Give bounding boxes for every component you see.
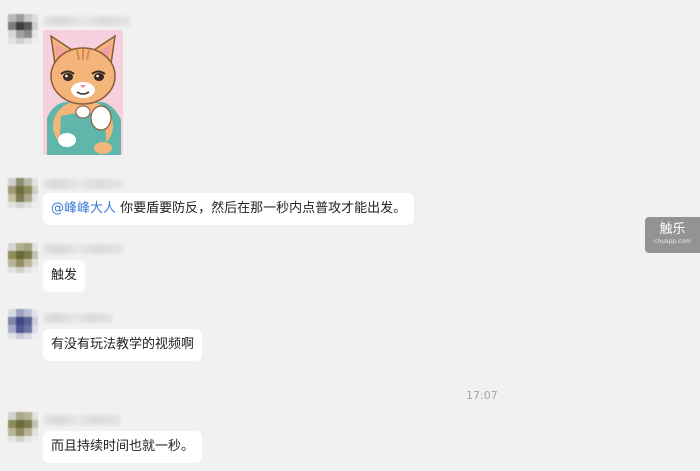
- watermark-main: 触乐: [659, 222, 686, 237]
- message-text: 触发: [51, 268, 78, 283]
- avatar[interactable]: [8, 243, 38, 273]
- avatar[interactable]: [8, 178, 38, 208]
- sender-name: [43, 313, 113, 323]
- mention-link[interactable]: @峰峰大人: [51, 201, 116, 216]
- avatar[interactable]: [8, 14, 38, 44]
- message-bubble[interactable]: 有没有玩法教学的视频啊: [43, 329, 203, 361]
- message-bubble[interactable]: 触发: [43, 260, 86, 292]
- message-bubble[interactable]: @峰峰大人 你要盾要防反，然后在那一秒内点普攻才能出发。: [43, 193, 415, 225]
- timestamp: 17:07: [466, 389, 498, 402]
- cat-sticker-image[interactable]: [43, 30, 123, 155]
- sender-name: [43, 244, 123, 254]
- cat-sticker-svg: [43, 30, 123, 155]
- message-text: 而且持续时间也就一秒。: [51, 439, 195, 454]
- message-bubble[interactable]: 而且持续时间也就一秒。: [43, 431, 203, 463]
- avatar[interactable]: [8, 412, 38, 442]
- watermark-logo: 触乐 chuapp.com: [645, 217, 700, 253]
- sender-name: [43, 16, 131, 26]
- message-text: 有没有玩法教学的视频啊: [51, 337, 195, 352]
- watermark-sub: chuapp.com: [654, 238, 691, 245]
- sender-name: [43, 415, 121, 425]
- message-text: 你要盾要防反，然后在那一秒内点普攻才能出发。: [116, 201, 407, 216]
- sender-name: [43, 179, 123, 189]
- avatar[interactable]: [8, 309, 38, 339]
